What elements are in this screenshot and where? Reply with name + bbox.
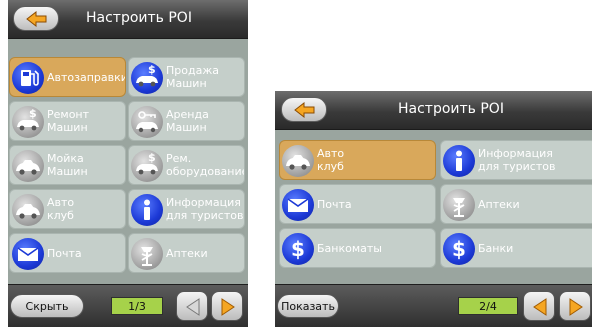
back-button[interactable] — [281, 97, 327, 122]
poi-category-label: Ремонт Машин — [47, 108, 90, 134]
envelope-icon — [12, 238, 44, 270]
page-indicator: 2/4 — [458, 297, 518, 315]
car-dollar-icon: $ — [131, 62, 163, 94]
poi-category-item[interactable]: Аптеки — [440, 184, 592, 224]
poi-category-item[interactable]: Информация для туристов — [128, 189, 245, 229]
chevron-left-icon — [186, 298, 200, 316]
info-icon — [131, 194, 163, 226]
poi-category-item[interactable]: Авто клуб — [279, 140, 436, 180]
pharmacy-icon — [443, 189, 475, 221]
back-arrow-icon — [294, 102, 315, 118]
back-arrow-icon — [26, 11, 47, 27]
info-icon — [443, 145, 475, 177]
svg-text:$: $ — [452, 237, 466, 261]
svg-text:$: $ — [148, 151, 156, 164]
svg-text:$: $ — [148, 63, 156, 76]
poi-category-item[interactable]: Мойка Машин — [9, 145, 126, 185]
hide-button[interactable]: Скрыть — [10, 294, 84, 318]
car-dollar-icon: $ — [131, 150, 163, 182]
svg-text:$: $ — [291, 237, 305, 261]
poi-category-label: Почта — [47, 246, 82, 260]
poi-category-item[interactable]: Почта — [9, 233, 126, 273]
car-dollar-icon: $ — [12, 106, 44, 138]
poi-settings-screen-page1: Настроить POI Автозаправки $ Продажа Машин… — [8, 0, 248, 327]
poi-category-item[interactable]: Аптеки — [128, 233, 245, 273]
poi-settings-screen-page2: Настроить POI Авто клуб Информация для ту… — [275, 91, 592, 327]
poi-category-label: Информация для туристов — [166, 196, 244, 222]
poi-category-item[interactable]: $ Банки — [440, 228, 592, 268]
page-title: Настроить POI — [86, 10, 192, 26]
poi-category-item[interactable]: $ Банкоматы — [279, 228, 436, 268]
dollar-icon: $ — [443, 233, 475, 265]
poi-category-item[interactable]: Автозаправки — [9, 57, 126, 97]
poi-category-item[interactable]: Почта — [279, 184, 436, 224]
poi-category-label: Аптеки — [166, 246, 208, 260]
poi-category-label: Авто клуб — [317, 147, 345, 173]
title-bar: Настроить POI — [8, 0, 248, 39]
poi-category-label: Рем. оборудование — [166, 152, 245, 178]
svg-text:$: $ — [29, 107, 37, 120]
poi-category-item[interactable]: Авто клуб — [9, 189, 126, 229]
page-title: Настроить POI — [398, 101, 504, 117]
poi-category-item[interactable]: $ Продажа Машин — [128, 57, 245, 97]
poi-category-label: Аренда Машин — [166, 108, 209, 134]
poi-category-label: Авто клуб — [47, 196, 75, 222]
page-indicator: 1/3 — [111, 297, 163, 315]
pharmacy-icon — [131, 238, 163, 270]
poi-category-label: Аптеки — [478, 197, 520, 211]
poi-category-label: Мойка Машин — [47, 152, 88, 178]
chevron-right-icon — [569, 298, 583, 316]
chevron-right-icon — [221, 298, 235, 316]
bottom-toolbar: Скрыть 1/3 — [8, 284, 248, 327]
bottom-toolbar: Показать 2/4 — [275, 284, 592, 327]
car-icon — [282, 145, 314, 177]
poi-category-item[interactable]: $ Рем. оборудование — [128, 145, 245, 185]
poi-category-label: Информация для туристов — [478, 147, 556, 173]
dollar-icon: $ — [282, 233, 314, 265]
car-key-icon — [131, 106, 163, 138]
poi-category-label: Банкоматы — [317, 241, 382, 255]
poi-category-item[interactable]: $ Ремонт Машин — [9, 101, 126, 141]
fuel-pump-icon — [12, 62, 44, 94]
envelope-icon — [282, 189, 314, 221]
poi-category-label: Продажа Машин — [166, 64, 219, 90]
previous-page-button[interactable] — [523, 291, 555, 321]
chevron-left-icon — [533, 298, 547, 316]
car-icon — [12, 150, 44, 182]
poi-category-label: Банки — [478, 241, 514, 255]
show-button[interactable]: Показать — [277, 294, 339, 318]
previous-page-button[interactable] — [176, 291, 208, 321]
title-bar: Настроить POI — [275, 91, 592, 130]
next-page-button[interactable] — [211, 291, 243, 321]
next-page-button[interactable] — [559, 291, 591, 321]
back-button[interactable] — [13, 6, 59, 31]
poi-category-item[interactable]: Информация для туристов — [440, 140, 592, 180]
poi-category-item[interactable]: Аренда Машин — [128, 101, 245, 141]
car-icon — [12, 194, 44, 226]
poi-category-label: Автозаправки — [47, 70, 126, 84]
poi-category-label: Почта — [317, 197, 352, 211]
